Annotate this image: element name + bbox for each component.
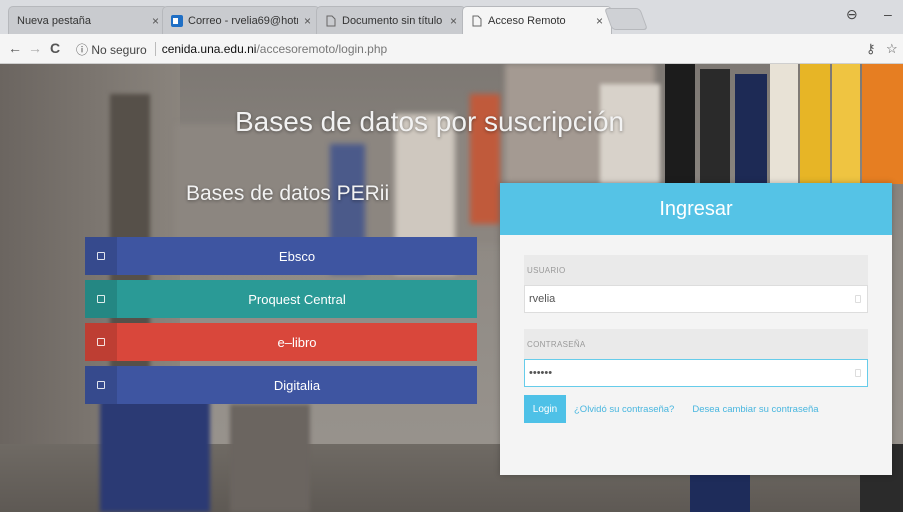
login-title: Ingresar bbox=[500, 183, 892, 235]
forward-button[interactable]: → bbox=[28, 40, 42, 56]
page-content: Bases de datos por suscripción Bases de … bbox=[0, 64, 903, 512]
login-panel: Ingresar USUARIO rvelia CONTRASEÑA •••••… bbox=[500, 183, 892, 475]
outlook-icon bbox=[171, 14, 183, 27]
tab-nueva-pestana[interactable]: Nueva pestaña × bbox=[8, 6, 168, 34]
close-icon[interactable]: × bbox=[152, 14, 159, 28]
new-tab-button[interactable] bbox=[603, 8, 649, 30]
tab-correo[interactable]: Correo - rvelia69@hotm × bbox=[162, 6, 320, 34]
divider bbox=[154, 42, 156, 56]
star-icon[interactable]: ☆ bbox=[886, 41, 898, 57]
reload-button[interactable]: C bbox=[50, 40, 60, 56]
url-path: /accesoremoto/login.php bbox=[256, 42, 388, 56]
tab-title: Nueva pestaña bbox=[17, 14, 91, 27]
page-title: Bases de datos por suscripción bbox=[235, 106, 625, 137]
document-icon bbox=[472, 15, 482, 26]
login-button[interactable]: Login bbox=[524, 395, 566, 423]
database-elibro-button[interactable]: e–libro bbox=[85, 323, 477, 361]
lock-icon bbox=[855, 369, 861, 377]
browser-toolbar: ← → C ⓘ No seguro cenida.una.edu.ni/acce… bbox=[0, 34, 903, 64]
change-password-link[interactable]: Desea cambiar su contraseña bbox=[692, 404, 818, 415]
password-input[interactable]: •••••• bbox=[524, 359, 868, 387]
back-button[interactable]: ← bbox=[8, 40, 22, 56]
database-label: Ebsco bbox=[278, 248, 316, 264]
tab-documento[interactable]: Documento sin título × bbox=[316, 6, 466, 34]
database-ebsco-button[interactable]: Ebsco bbox=[85, 237, 477, 275]
close-icon[interactable]: × bbox=[304, 14, 311, 28]
tab-title: Correo - rvelia69@hotm bbox=[188, 14, 298, 27]
forgot-password-link[interactable]: ¿Olvidó su contraseña? bbox=[574, 404, 674, 415]
tab-title: Documento sin título bbox=[342, 14, 443, 27]
key-icon[interactable]: ⚷ bbox=[866, 41, 876, 57]
browser-tab-strip: Nueva pestaña × Correo - rvelia69@hotm ×… bbox=[0, 0, 903, 34]
username-input[interactable]: rvelia bbox=[524, 285, 868, 313]
close-icon[interactable]: × bbox=[450, 14, 457, 28]
url-host: cenida.una.edu.ni bbox=[161, 42, 257, 56]
document-icon bbox=[326, 15, 336, 26]
address-bar[interactable]: ⓘ No seguro cenida.una.edu.ni/accesoremo… bbox=[76, 38, 856, 60]
password-value: •••••• bbox=[529, 367, 553, 379]
book-icon bbox=[85, 366, 117, 404]
database-list: Ebsco Proquest Central e–libro Digitalia bbox=[85, 237, 477, 409]
database-label: Proquest Central bbox=[248, 291, 346, 307]
password-label: CONTRASEÑA bbox=[524, 329, 868, 359]
database-digitalia-button[interactable]: Digitalia bbox=[85, 366, 477, 404]
section-title: Bases de datos PERii bbox=[186, 182, 390, 205]
user-icon bbox=[855, 295, 861, 303]
profile-icon[interactable]: ⊖ bbox=[846, 6, 858, 23]
database-label: Digitalia bbox=[273, 377, 321, 393]
database-label: e–libro bbox=[277, 334, 317, 350]
book-icon bbox=[85, 323, 117, 361]
tab-acceso-remoto[interactable]: Acceso Remoto × bbox=[462, 6, 612, 34]
database-proquest-button[interactable]: Proquest Central bbox=[85, 280, 477, 318]
username-value: rvelia bbox=[529, 293, 556, 305]
tab-title: Acceso Remoto bbox=[488, 14, 566, 27]
minimize-button[interactable]: – bbox=[884, 6, 892, 22]
close-icon[interactable]: × bbox=[596, 14, 603, 28]
book-icon bbox=[85, 237, 117, 275]
book-icon bbox=[85, 280, 117, 318]
username-label: USUARIO bbox=[524, 255, 868, 285]
security-indicator[interactable]: ⓘ No seguro bbox=[76, 41, 147, 58]
